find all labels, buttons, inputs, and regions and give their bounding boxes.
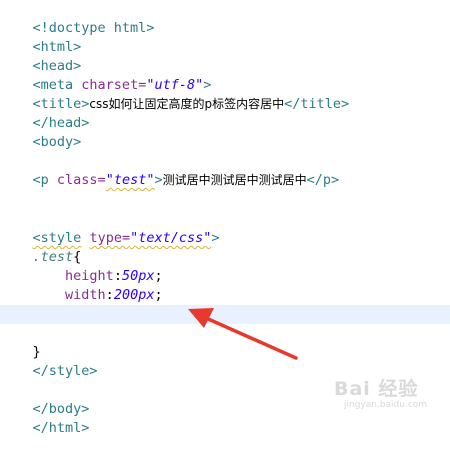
html-close-tag: </html> xyxy=(32,420,90,436)
watermark-url: jingyan.baidu.com xyxy=(344,400,428,410)
annotation-arrow xyxy=(188,308,298,360)
watermark-logo: Bai 经验 xyxy=(334,378,419,400)
arrow-shaft xyxy=(204,316,298,360)
